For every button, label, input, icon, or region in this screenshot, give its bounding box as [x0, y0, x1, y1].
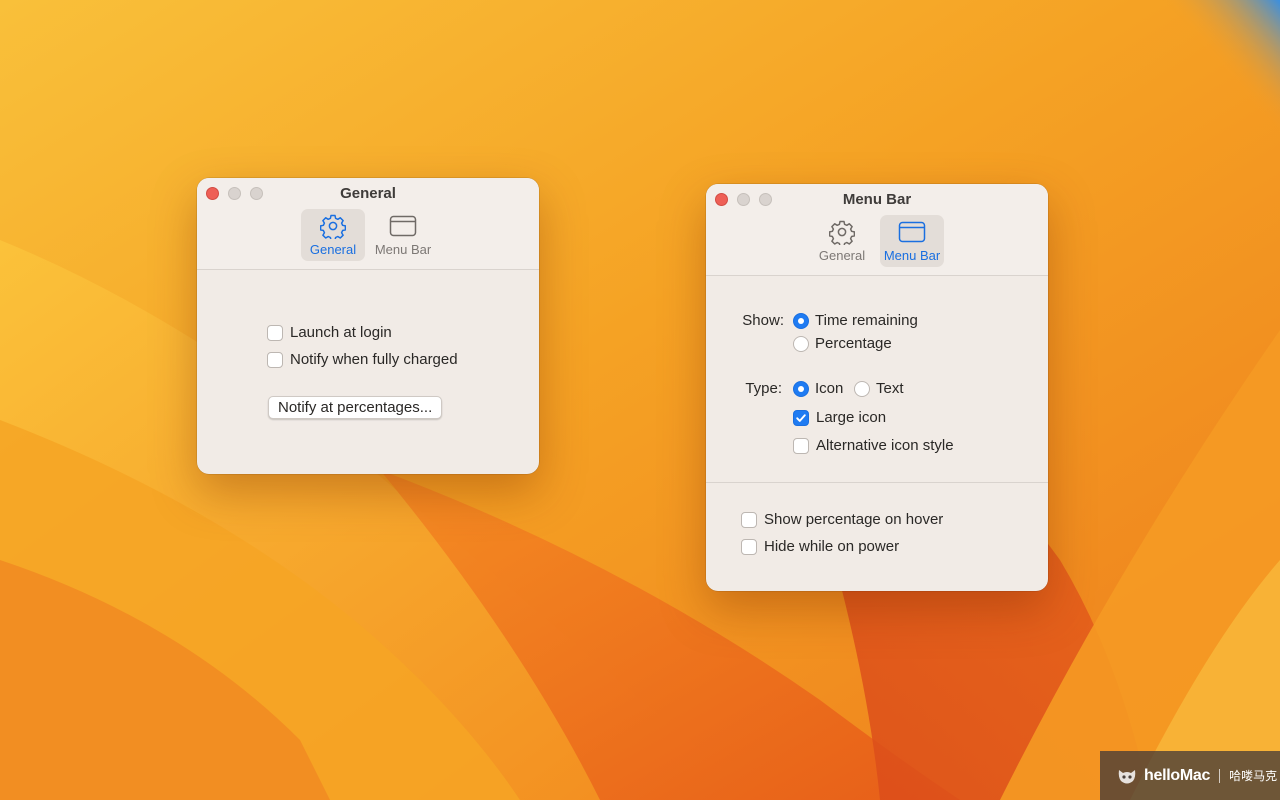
time-remaining-radio[interactable] — [793, 312, 809, 329]
preferences-tabs: General Menu Bar — [706, 215, 1048, 267]
hide-on-power-row[interactable]: Hide while on power — [741, 538, 899, 555]
window-title: General — [340, 185, 396, 202]
large-icon-row[interactable]: Large icon — [793, 409, 886, 426]
general-window: General General Menu Bar Launch at login… — [197, 178, 539, 474]
tab-general[interactable]: General — [810, 215, 874, 267]
tab-general[interactable]: General — [301, 209, 365, 261]
alternative-icon-style-checkbox[interactable] — [793, 437, 809, 454]
window-icon — [898, 220, 926, 244]
section-divider — [706, 482, 1048, 483]
type-label: Type: — [745, 380, 782, 397]
tab-label: General — [309, 242, 357, 257]
launch-at-login-row[interactable]: Launch at login — [267, 324, 392, 341]
tab-label: Menu Bar — [374, 242, 432, 257]
gear-icon — [319, 214, 347, 239]
watermark-brand: helloMac — [1144, 766, 1211, 784]
window-icon — [389, 214, 417, 238]
radio-label: Time remaining — [815, 312, 918, 329]
type-icon-row[interactable]: Icon — [793, 380, 843, 397]
checkbox-label: Notify when fully charged — [290, 351, 458, 368]
tab-menu-bar[interactable]: Menu Bar — [880, 215, 944, 267]
hellomac-watermark: helloMac 哈喽马克 — [1100, 751, 1280, 800]
type-text-row[interactable]: Text — [854, 380, 904, 397]
tab-label: General — [818, 248, 866, 263]
menu-bar-window-titlebar[interactable]: Menu Bar General Menu Bar — [706, 184, 1048, 276]
notify-fully-charged-row[interactable]: Notify when fully charged — [267, 351, 458, 368]
window-title: Menu Bar — [842, 191, 912, 208]
general-window-titlebar[interactable]: General General Menu Bar — [197, 178, 539, 270]
notify-fully-charged-checkbox[interactable] — [267, 351, 283, 368]
radio-label: Percentage — [815, 335, 892, 352]
checkbox-label: Large icon — [816, 409, 887, 426]
show-label: Show: — [742, 312, 784, 329]
hide-on-power-checkbox[interactable] — [741, 538, 757, 555]
show-percentage-hover-checkbox[interactable] — [741, 511, 757, 528]
checkbox-label: Launch at login — [290, 324, 392, 341]
large-icon-checkbox[interactable] — [793, 409, 809, 426]
radio-label: Icon — [815, 380, 844, 397]
desktop-wallpaper — [0, 0, 1280, 800]
launch-at-login-checkbox[interactable] — [267, 324, 283, 341]
checkbox-label: Alternative icon style — [816, 437, 954, 454]
tab-menu-bar[interactable]: Menu Bar — [371, 209, 435, 261]
show-percentage-row[interactable]: Percentage — [793, 335, 892, 352]
radio-label: Text — [876, 380, 904, 397]
icon-radio[interactable] — [793, 380, 809, 397]
tab-label: Menu Bar — [883, 248, 941, 263]
hellomac-logo-icon — [1118, 769, 1136, 783]
watermark-chinese: 哈喽马克 — [1229, 769, 1278, 783]
gear-icon — [828, 220, 856, 245]
alternative-icon-style-row[interactable]: Alternative icon style — [793, 437, 954, 454]
show-percentage-hover-row[interactable]: Show percentage on hover — [741, 511, 943, 528]
checkmark-icon — [796, 413, 806, 422]
percentage-radio[interactable] — [793, 335, 809, 352]
checkbox-label: Hide while on power — [764, 538, 900, 555]
text-radio[interactable] — [854, 380, 870, 397]
preferences-tabs: General Menu Bar — [197, 209, 539, 261]
show-time-remaining-row[interactable]: Time remaining — [793, 312, 918, 329]
notify-at-percentages-button[interactable]: Notify at percentages... — [268, 396, 443, 419]
checkbox-label: Show percentage on hover — [764, 511, 944, 528]
menu-bar-window: Menu Bar General Menu Bar Show: Time rem… — [706, 184, 1048, 591]
watermark-separator — [1219, 768, 1221, 783]
